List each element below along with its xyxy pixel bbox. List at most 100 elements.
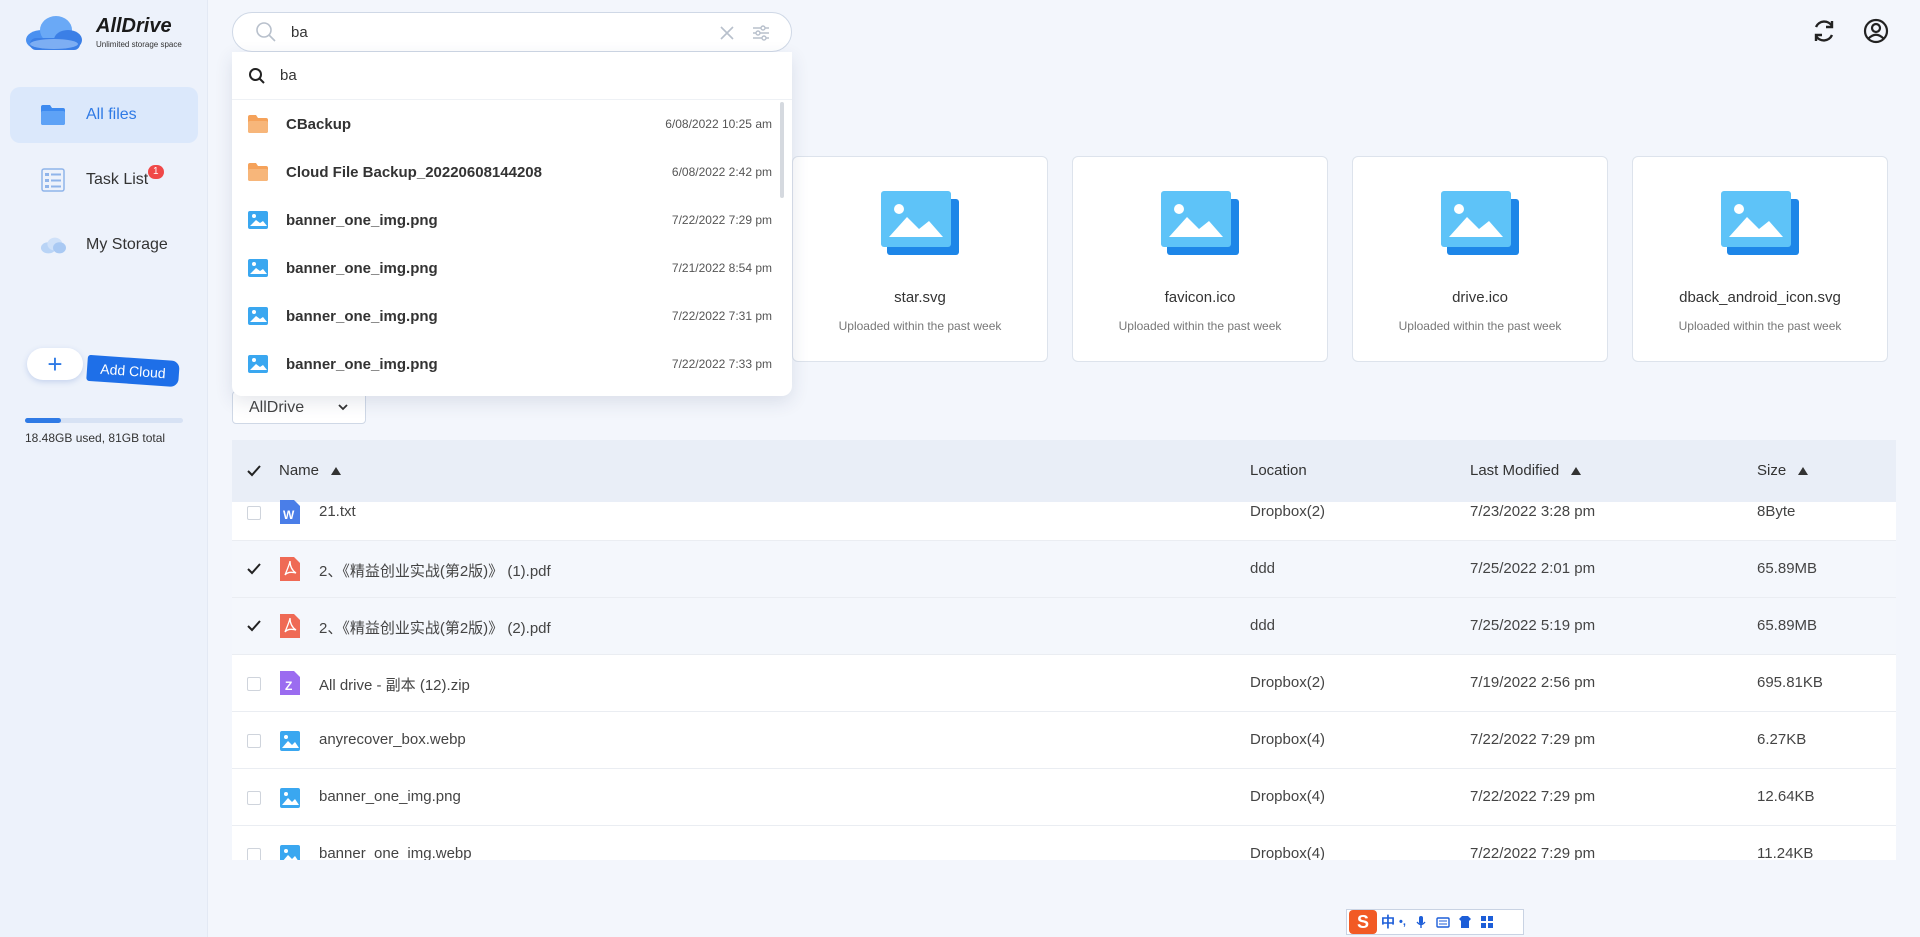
search-result-name: banner_one_img.png [286, 307, 438, 325]
file-table: Name Location Last Modified Size W 21.tx… [232, 440, 1896, 860]
image-icon [248, 211, 268, 229]
image-file-icon [280, 731, 300, 751]
row-checkbox[interactable] [247, 677, 261, 691]
app-tagline: Unlimited storage space [96, 40, 182, 49]
column-header-name[interactable]: Name [279, 462, 342, 479]
sidebar-item-task-list[interactable]: Task List [10, 152, 198, 208]
file-location: ddd [1250, 617, 1276, 634]
table-row[interactable]: anyrecover_box.webp Dropbox(4) 7/22/2022… [232, 712, 1896, 769]
search-result-item[interactable]: Cloud File Backup_20220608144208 6/08/20… [232, 148, 792, 196]
skin-icon[interactable] [1458, 915, 1472, 929]
table-row[interactable]: Z All drive - 副本 (12).zip Dropbox(2) 7/1… [232, 655, 1896, 712]
column-header-label: Name [279, 462, 320, 479]
search-result-item[interactable]: banner_one_img.png 7/22/2022 7:31 pm [232, 292, 792, 340]
image-icon [248, 355, 268, 373]
filter-icon[interactable] [751, 23, 771, 43]
sync-button[interactable] [1810, 17, 1838, 45]
search-result-item[interactable]: banner_one_img.png 7/21/2022 8:54 pm [232, 244, 792, 292]
search-query-row[interactable]: ba [232, 52, 792, 100]
file-name: 21.txt [319, 503, 356, 520]
app-title: AllDrive [96, 15, 172, 37]
file-size: 6.27KB [1757, 731, 1807, 748]
app-logo[interactable]: AllDrive Unlimited storage space [24, 14, 182, 50]
folder-icon [248, 115, 268, 133]
table-row[interactable]: W 21.txt Dropbox(2) 7/23/2022 3:28 pm 8B… [232, 484, 1896, 541]
row-checkbox[interactable] [247, 734, 261, 748]
search-result-name: Cloud File Backup_20220608144208 [286, 163, 542, 181]
ime-language-toggle[interactable]: 中 [1381, 912, 1395, 932]
file-name: All drive - 副本 (12).zip [319, 677, 470, 694]
file-name: 2、《精益创业实战(第2版)》 (2).pdf [319, 620, 551, 637]
ime-toolbar: S 中 •, [1346, 909, 1524, 935]
column-header-modified[interactable]: Last Modified [1470, 462, 1582, 479]
column-header-label: Last Modified [1470, 462, 1560, 479]
search-result-item[interactable]: banner_one_img.png 7/22/2022 7:33 pm [232, 340, 792, 388]
image-file-icon [1159, 189, 1241, 257]
ime-punctuation-toggle[interactable]: •, [1399, 916, 1406, 928]
table-row[interactable]: 2、《精益创业实战(第2版)》 (2).pdf ddd 7/25/2022 5:… [232, 598, 1896, 655]
file-name: banner_one_img.png [319, 788, 461, 805]
plus-icon: + [27, 348, 83, 380]
pdf-file-icon [280, 557, 300, 581]
table-row[interactable]: banner_one_img.webp Dropbox(4) 7/22/2022… [232, 826, 1896, 860]
recent-file-subtitle: Uploaded within the past week [1678, 319, 1842, 333]
account-button[interactable] [1862, 17, 1890, 45]
row-checkbox[interactable] [247, 848, 261, 860]
search-icon [249, 67, 265, 84]
table-row[interactable]: banner_one_img.png Dropbox(4) 7/22/2022 … [232, 769, 1896, 826]
dropdown-scrollbar[interactable] [780, 102, 784, 198]
file-size: 695.81KB [1757, 674, 1823, 691]
file-modified: 7/19/2022 2:56 pm [1470, 674, 1596, 691]
cloud-icon [40, 232, 66, 258]
recent-file-card[interactable]: favicon.ico Uploaded within the past wee… [1072, 156, 1328, 362]
sidebar-item-all-files[interactable]: All files [10, 87, 198, 143]
row-checkbox-checked[interactable] [246, 618, 262, 634]
file-name: anyrecover_box.webp [319, 731, 466, 748]
word-file-icon: W [280, 500, 300, 524]
search-bar [232, 12, 792, 52]
search-result-date: 6/08/2022 10:25 am [665, 117, 772, 131]
search-query-text: ba [280, 67, 297, 84]
file-name: 2、《精益创业实战(第2版)》 (1).pdf [319, 563, 551, 580]
sidebar: AllDrive Unlimited storage space All fil… [0, 0, 208, 937]
file-location: Dropbox(4) [1250, 731, 1326, 748]
sidebar-item-my-storage[interactable]: My Storage [10, 217, 198, 273]
recent-file-card[interactable]: star.svg Uploaded within the past week [792, 156, 1048, 362]
table-row[interactable]: 2、《精益创业实战(第2版)》 (1).pdf ddd 7/25/2022 2:… [232, 541, 1896, 598]
file-location: Dropbox(4) [1250, 788, 1326, 805]
svg-text:W: W [283, 508, 295, 522]
sidebar-item-label: Task List [86, 171, 149, 188]
select-all-checkbox[interactable] [246, 463, 262, 479]
recent-file-name: favicon.ico [1164, 289, 1236, 306]
user-icon [1863, 18, 1889, 44]
recent-file-card[interactable]: dback_android_icon.svg Uploaded within t… [1632, 156, 1888, 362]
storage-usage-text: 18.48GB used, 81GB total [25, 431, 166, 445]
file-modified: 7/25/2022 2:01 pm [1470, 560, 1596, 577]
row-checkbox[interactable] [247, 506, 261, 520]
clear-search-button[interactable] [717, 23, 737, 43]
toolbox-icon[interactable] [1480, 915, 1494, 929]
row-checkbox-checked[interactable] [246, 561, 262, 577]
row-checkbox[interactable] [247, 791, 261, 805]
sync-icon [1814, 20, 1834, 42]
pdf-file-icon [280, 614, 300, 638]
search-input[interactable] [291, 23, 691, 41]
add-cloud-button[interactable]: + Add Cloud [25, 342, 185, 392]
search-result-item[interactable]: banner_one_img.png 7/22/2022 7:29 pm [232, 196, 792, 244]
image-file-icon [1439, 189, 1521, 257]
recent-file-card[interactable]: drive.ico Uploaded within the past week [1352, 156, 1608, 362]
sort-asc-icon [331, 466, 342, 475]
microphone-icon[interactable] [1414, 915, 1428, 929]
file-size: 8Byte [1757, 503, 1796, 520]
column-header-size[interactable]: Size [1757, 462, 1809, 479]
search-result-item[interactable]: CBackup 6/08/2022 10:25 am [232, 100, 792, 148]
image-icon [248, 259, 268, 277]
ime-logo[interactable]: S [1349, 910, 1377, 934]
storage-progress-fill [25, 418, 62, 423]
image-file-icon [280, 845, 300, 860]
file-modified: 7/22/2022 7:29 pm [1470, 731, 1596, 748]
recent-file-subtitle: Uploaded within the past week [838, 319, 1002, 333]
search-result-date: 6/08/2022 2:42 pm [671, 165, 772, 179]
file-size: 12.64KB [1757, 788, 1815, 805]
keyboard-icon[interactable] [1436, 915, 1450, 929]
